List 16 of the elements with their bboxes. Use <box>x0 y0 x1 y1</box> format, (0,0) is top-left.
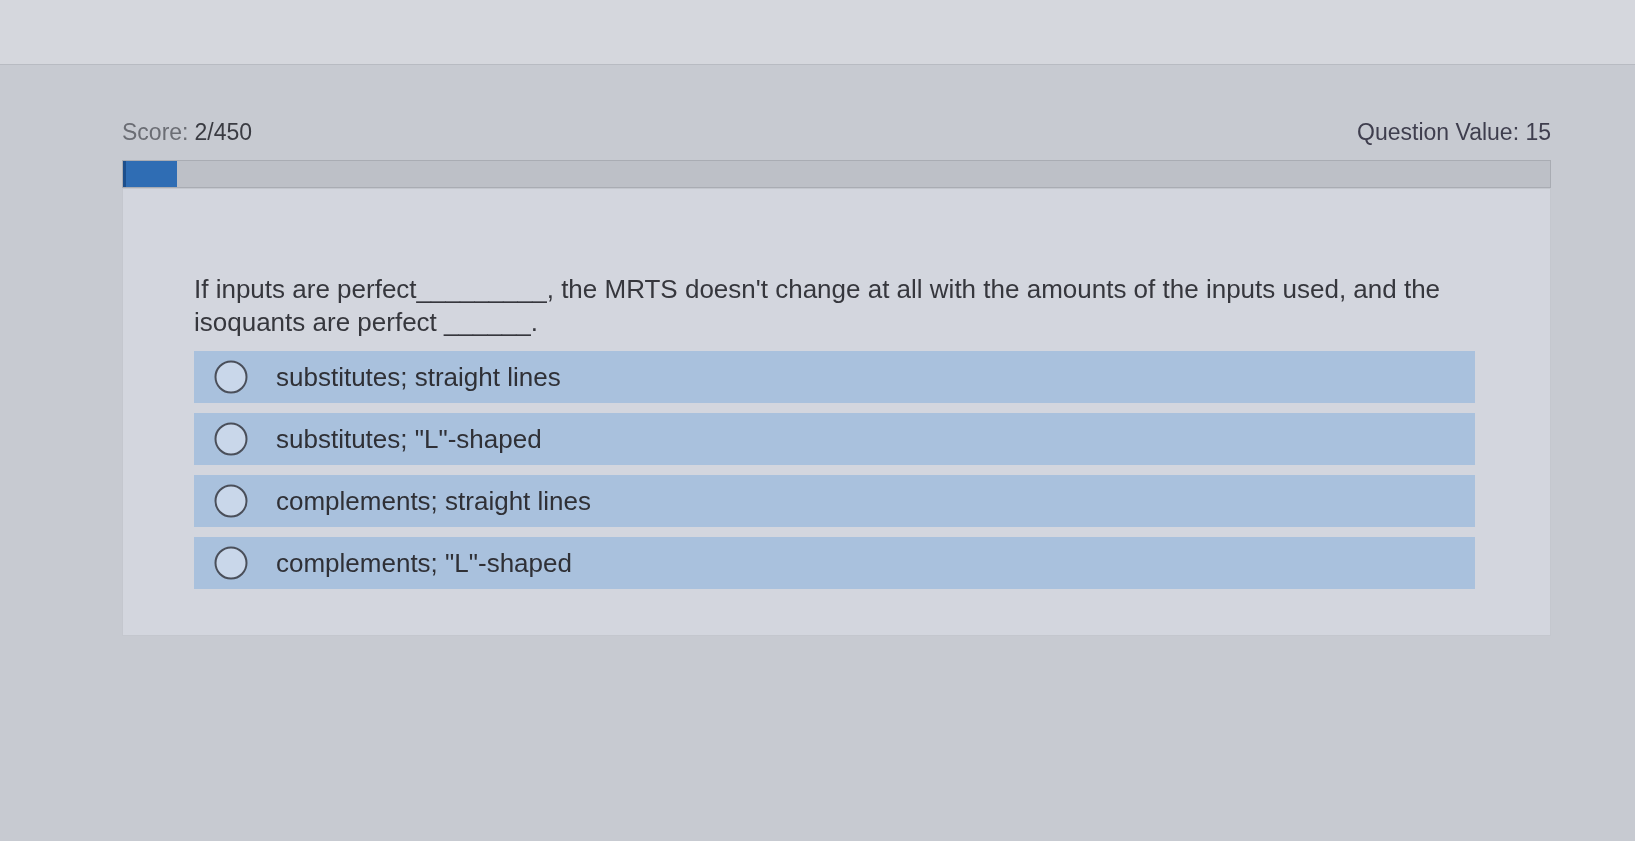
option-label: substitutes; straight lines <box>276 361 561 393</box>
answer-option[interactable]: complements; straight lines <box>194 475 1475 527</box>
option-label: complements; "L"-shaped <box>276 547 572 579</box>
question-text: If inputs are perfect_________, the MRTS doesn't change at all with the amounts of the inputs used, and the isoquants are perfect ______. <box>194 273 1442 339</box>
option-label: complements; straight lines <box>276 485 592 517</box>
answer-option[interactable]: complements; "L"-shaped <box>194 537 1475 589</box>
radio-button-icon[interactable] <box>214 422 248 456</box>
answer-option[interactable]: substitutes; "L"-shaped <box>194 413 1475 465</box>
radio-button-icon[interactable] <box>214 360 248 394</box>
score-label: Score: <box>122 119 189 145</box>
score-value: 2/450 <box>194 119 253 145</box>
option-label: substitutes; "L"-shaped <box>276 423 542 455</box>
answer-option[interactable]: substitutes; straight lines <box>194 351 1475 403</box>
radio-button-icon[interactable] <box>214 484 248 518</box>
question-value: Question Value: 15 <box>1357 119 1551 146</box>
radio-button-icon[interactable] <box>214 546 248 580</box>
